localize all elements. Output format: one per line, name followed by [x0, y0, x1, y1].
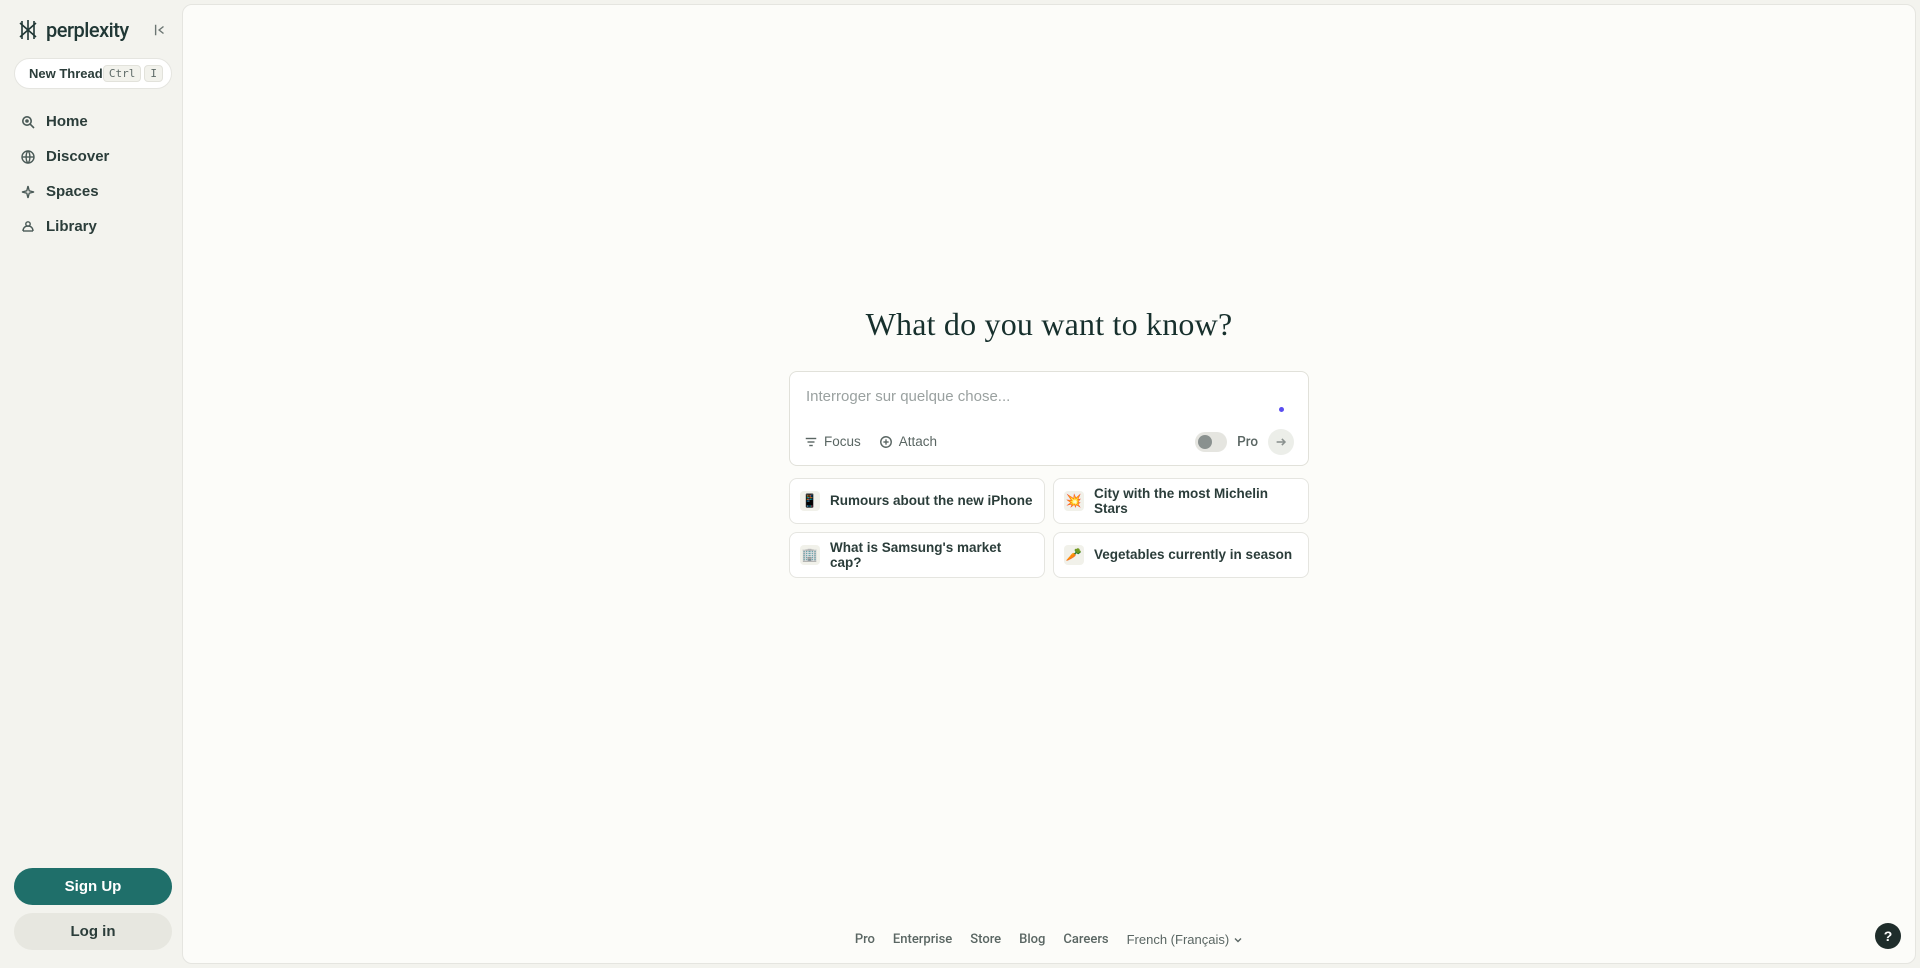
sidebar-footer: Sign Up Log in [12, 864, 174, 954]
logo-row: perplexity [12, 14, 174, 54]
pro-toggle[interactable] [1195, 432, 1227, 452]
attach-label: Attach [899, 434, 937, 449]
sidebar-nav: Home Discover Spaces Library [12, 105, 174, 243]
sparkle-icon [20, 184, 36, 200]
pro-indicator-dot [1279, 407, 1284, 412]
footer-link-blog[interactable]: Blog [1019, 932, 1045, 947]
suggestion-item[interactable]: 📱 Rumours about the new iPhone [789, 478, 1045, 524]
globe-icon [20, 149, 36, 165]
arrow-right-icon [1274, 435, 1288, 449]
suggestion-item[interactable]: 🥕 Vegetables currently in season [1053, 532, 1309, 578]
language-selector[interactable]: French (Français) [1127, 932, 1244, 947]
sidebar-item-label: Library [46, 218, 97, 235]
collapse-icon [153, 23, 167, 37]
footer: Pro Enterprise Store Blog Careers French… [183, 918, 1915, 963]
sidebar-item-home[interactable]: Home [12, 105, 174, 138]
suggestions-grid: 📱 Rumours about the new iPhone 💥 City wi… [789, 478, 1309, 578]
chevron-down-icon [1233, 935, 1243, 945]
sidebar-item-discover[interactable]: Discover [12, 140, 174, 173]
suggestion-text: Vegetables currently in season [1094, 547, 1292, 562]
suggestion-icon: 🏢 [800, 545, 820, 565]
submit-button[interactable] [1268, 429, 1294, 455]
pro-label: Pro [1237, 434, 1258, 450]
search-card: Focus Attach Pro [789, 371, 1309, 466]
sidebar-item-library[interactable]: Library [12, 210, 174, 243]
footer-link-pro[interactable]: Pro [855, 932, 875, 947]
collapse-sidebar-button[interactable] [150, 20, 170, 40]
search-toolbar-left: Focus Attach [804, 434, 937, 449]
attach-button[interactable]: Attach [879, 434, 937, 449]
main-panel: What do you want to know? Focus Attach [182, 4, 1916, 964]
language-label: French (Français) [1127, 932, 1230, 947]
kbd-i: I [144, 65, 163, 82]
search-toolbar-right: Pro [1195, 429, 1294, 455]
search-input[interactable] [804, 386, 1294, 429]
kbd-ctrl: Ctrl [103, 65, 142, 82]
app-root: perplexity New Thread Ctrl I Home [0, 0, 1920, 968]
hero-title: What do you want to know? [866, 306, 1233, 343]
suggestion-item[interactable]: 🏢 What is Samsung's market cap? [789, 532, 1045, 578]
sidebar-item-label: Home [46, 113, 88, 130]
suggestion-icon: 💥 [1064, 491, 1084, 511]
suggestion-text: City with the most Michelin Stars [1094, 486, 1298, 516]
sidebar: perplexity New Thread Ctrl I Home [4, 4, 182, 964]
footer-link-enterprise[interactable]: Enterprise [893, 932, 952, 947]
help-button[interactable]: ? [1875, 923, 1901, 949]
suggestion-text: What is Samsung's market cap? [830, 540, 1034, 570]
search-home-icon [20, 114, 36, 130]
kbd-group: Ctrl I [103, 65, 163, 82]
hero: What do you want to know? Focus Attach [183, 5, 1915, 918]
plus-circle-icon [879, 435, 893, 449]
brand-logo[interactable]: perplexity [16, 18, 129, 42]
login-button[interactable]: Log in [14, 913, 172, 950]
focus-button[interactable]: Focus [804, 434, 861, 449]
footer-link-careers[interactable]: Careers [1063, 932, 1108, 947]
signup-button[interactable]: Sign Up [14, 868, 172, 905]
focus-icon [804, 435, 818, 449]
suggestion-icon: 📱 [800, 491, 820, 511]
suggestion-text: Rumours about the new iPhone [830, 493, 1033, 508]
library-icon [20, 219, 36, 235]
suggestion-icon: 🥕 [1064, 545, 1084, 565]
brand-name: perplexity [46, 18, 129, 42]
help-glyph: ? [1884, 928, 1893, 944]
sidebar-item-label: Discover [46, 148, 109, 165]
search-toolbar: Focus Attach Pro [804, 429, 1294, 455]
sidebar-item-label: Spaces [46, 183, 99, 200]
footer-link-store[interactable]: Store [970, 932, 1001, 947]
suggestion-item[interactable]: 💥 City with the most Michelin Stars [1053, 478, 1309, 524]
logo-mark-icon [16, 18, 40, 42]
new-thread-button[interactable]: New Thread Ctrl I [14, 58, 172, 89]
focus-label: Focus [824, 434, 861, 449]
sidebar-item-spaces[interactable]: Spaces [12, 175, 174, 208]
new-thread-label: New Thread [29, 66, 103, 81]
